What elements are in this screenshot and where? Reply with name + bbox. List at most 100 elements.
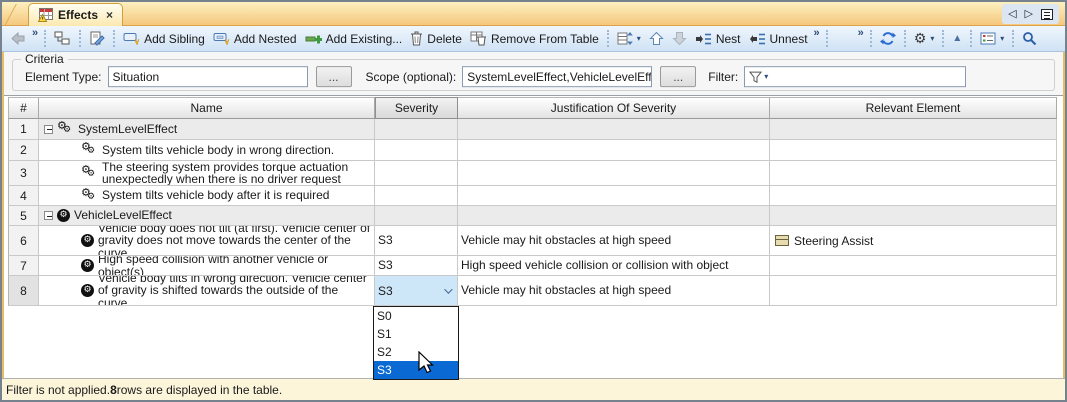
row-number[interactable]: 5 [8, 206, 39, 226]
tab-effects[interactable]: Effects × [28, 3, 123, 26]
toolbar-separator [44, 30, 46, 47]
row-name: VehicleLevelEffect [74, 209, 172, 222]
toolbar-overflow-icon[interactable]: » [32, 26, 38, 40]
relevant-element-cell[interactable] [770, 256, 1057, 276]
relevant-element-cell[interactable] [770, 119, 1057, 140]
justification-cell[interactable] [458, 186, 770, 206]
dropdown-option-s1[interactable]: S1 [374, 325, 458, 343]
add-nested-button[interactable]: Add Nested [209, 30, 301, 48]
tab-scroll-left-icon[interactable]: ◁ [1008, 4, 1016, 24]
collapse-minus-icon[interactable] [44, 125, 53, 134]
relevant-element-value: Steering Assist [794, 234, 873, 248]
collapse-panel-button[interactable]: ▲ [948, 31, 966, 46]
trash-icon [410, 31, 423, 46]
column-header-name[interactable]: Name [39, 97, 375, 119]
justification-cell[interactable]: Vehicle may hit obstacles at high speed [458, 276, 770, 306]
gear-icon: ⚙ [914, 32, 927, 46]
vehicle-effect-wheel-icon: ⚙ [81, 234, 94, 247]
relevant-element-cell[interactable] [770, 276, 1057, 306]
justification-cell[interactable] [458, 161, 770, 186]
toolbar-overflow-icon[interactable]: » [858, 26, 864, 40]
row-number[interactable]: 2 [8, 140, 39, 161]
add-sibling-icon [123, 32, 140, 46]
severity-cell[interactable]: S3 [375, 226, 458, 256]
justification-cell[interactable]: Vehicle may hit obstacles at high speed [458, 226, 770, 256]
table-row[interactable]: ⚙⚙ The steering system provides torque a… [39, 161, 375, 186]
back-button[interactable] [6, 29, 30, 48]
relevant-element-cell[interactable] [770, 186, 1057, 206]
vehicle-effect-wheel-icon: ⚙ [57, 209, 70, 222]
relevant-element-cell[interactable]: Steering Assist [770, 226, 1057, 256]
options-button[interactable]: ⚙ ▾ [910, 30, 939, 48]
mouse-cursor [418, 351, 436, 375]
edit-specification-button[interactable] [85, 29, 109, 48]
relevant-element-cell[interactable] [770, 206, 1057, 226]
chevron-down-icon [444, 285, 452, 293]
table-row[interactable]: ⚙ High speed collision with another vehi… [39, 256, 375, 276]
move-rows-button[interactable]: ▾ [613, 29, 645, 48]
row-name: SystemLevelEffect [78, 123, 177, 136]
tab-close-icon[interactable]: × [106, 8, 113, 22]
system-effect-gears-icon: ⚙⚙ [81, 166, 98, 180]
severity-cell[interactable] [375, 119, 458, 140]
row-number[interactable]: 8 [8, 276, 39, 306]
table-row[interactable]: ⚙⚙ System tilts vehicle body after it is… [39, 186, 375, 206]
element-type-input[interactable]: Situation [108, 66, 308, 87]
severity-combobox[interactable]: S3 [375, 276, 457, 305]
severity-cell[interactable]: S3 [375, 276, 458, 306]
relevant-element-cell[interactable] [770, 161, 1057, 186]
row-number[interactable]: 3 [8, 161, 39, 186]
dropdown-option-s0[interactable]: S0 [374, 307, 458, 325]
scope-browse-button[interactable]: ... [660, 66, 696, 87]
column-header-number[interactable]: # [8, 97, 39, 119]
open-in-containment-tree-button[interactable] [50, 29, 75, 48]
tab-list-icon[interactable] [1041, 9, 1053, 20]
justification-cell[interactable]: High speed vehicle collision or collisio… [458, 256, 770, 276]
nest-button[interactable]: Nest [691, 30, 745, 48]
justification-cell[interactable] [458, 119, 770, 140]
severity-cell[interactable] [375, 161, 458, 186]
relevant-element-cell[interactable] [770, 140, 1057, 161]
column-header-justification[interactable]: Justification Of Severity [458, 97, 770, 119]
remove-from-table-button[interactable]: Remove From Table [466, 29, 603, 48]
severity-cell[interactable] [375, 140, 458, 161]
row-number[interactable]: 7 [8, 256, 39, 276]
delete-button[interactable]: Delete [406, 29, 466, 48]
row-number[interactable]: 1 [8, 119, 39, 140]
unnest-button[interactable]: Unnest [745, 30, 812, 48]
criteria-panel: Criteria Element Type: Situation ... Sco… [4, 52, 1063, 96]
row-number[interactable]: 6 [8, 226, 39, 256]
criteria-fields: Element Type: Situation ... Scope (optio… [13, 66, 1054, 87]
table-row[interactable]: ⚙ Vehicle body does not tilt (at first).… [39, 226, 375, 256]
severity-cell[interactable] [375, 206, 458, 226]
column-header-relevant-element[interactable]: Relevant Element [770, 97, 1057, 119]
tab-scroll-right-icon[interactable]: ▷ [1025, 4, 1033, 24]
add-existing-button[interactable]: Add Existing... [301, 30, 407, 48]
justification-cell[interactable] [458, 206, 770, 226]
toolbar-overflow-icon[interactable]: » [814, 26, 820, 40]
severity-cell[interactable]: S3 [375, 256, 458, 276]
legend-button[interactable]: ▾ [976, 30, 1008, 47]
search-button[interactable] [1018, 29, 1041, 48]
column-header-severity[interactable]: Severity [375, 97, 458, 119]
move-down-button[interactable] [668, 29, 691, 48]
element-type-browse-button[interactable]: ... [316, 66, 352, 87]
options-caret-icon: ▾ [930, 34, 934, 43]
refresh-button[interactable] [876, 29, 900, 48]
row-number[interactable]: 4 [8, 186, 39, 206]
move-up-button[interactable] [645, 29, 668, 48]
add-sibling-button[interactable]: Add Sibling [119, 30, 209, 48]
scope-input[interactable]: SystemLevelEffect,VehicleLevelEffect {xy… [462, 66, 652, 87]
toolbar-separator [1012, 30, 1014, 47]
table-row[interactable]: ⚙⚙ System tilts vehicle body in wrong di… [39, 140, 375, 161]
dropdown-option-s3[interactable]: S3 [374, 361, 458, 379]
collapse-minus-icon[interactable] [44, 211, 53, 220]
filter-input[interactable]: ▾ [744, 66, 966, 87]
dropdown-option-s2[interactable]: S2 [374, 343, 458, 361]
table-row[interactable]: ⚙⚙ SystemLevelEffect [39, 119, 375, 140]
table-row[interactable]: ⚙ Vehicle body tilts in wrong direction.… [39, 276, 375, 306]
severity-cell[interactable] [375, 186, 458, 206]
table-row[interactable]: ⚙ VehicleLevelEffect [39, 206, 375, 226]
justification-cell[interactable] [458, 140, 770, 161]
tab-nav: ◁ ▷ [1002, 4, 1059, 24]
